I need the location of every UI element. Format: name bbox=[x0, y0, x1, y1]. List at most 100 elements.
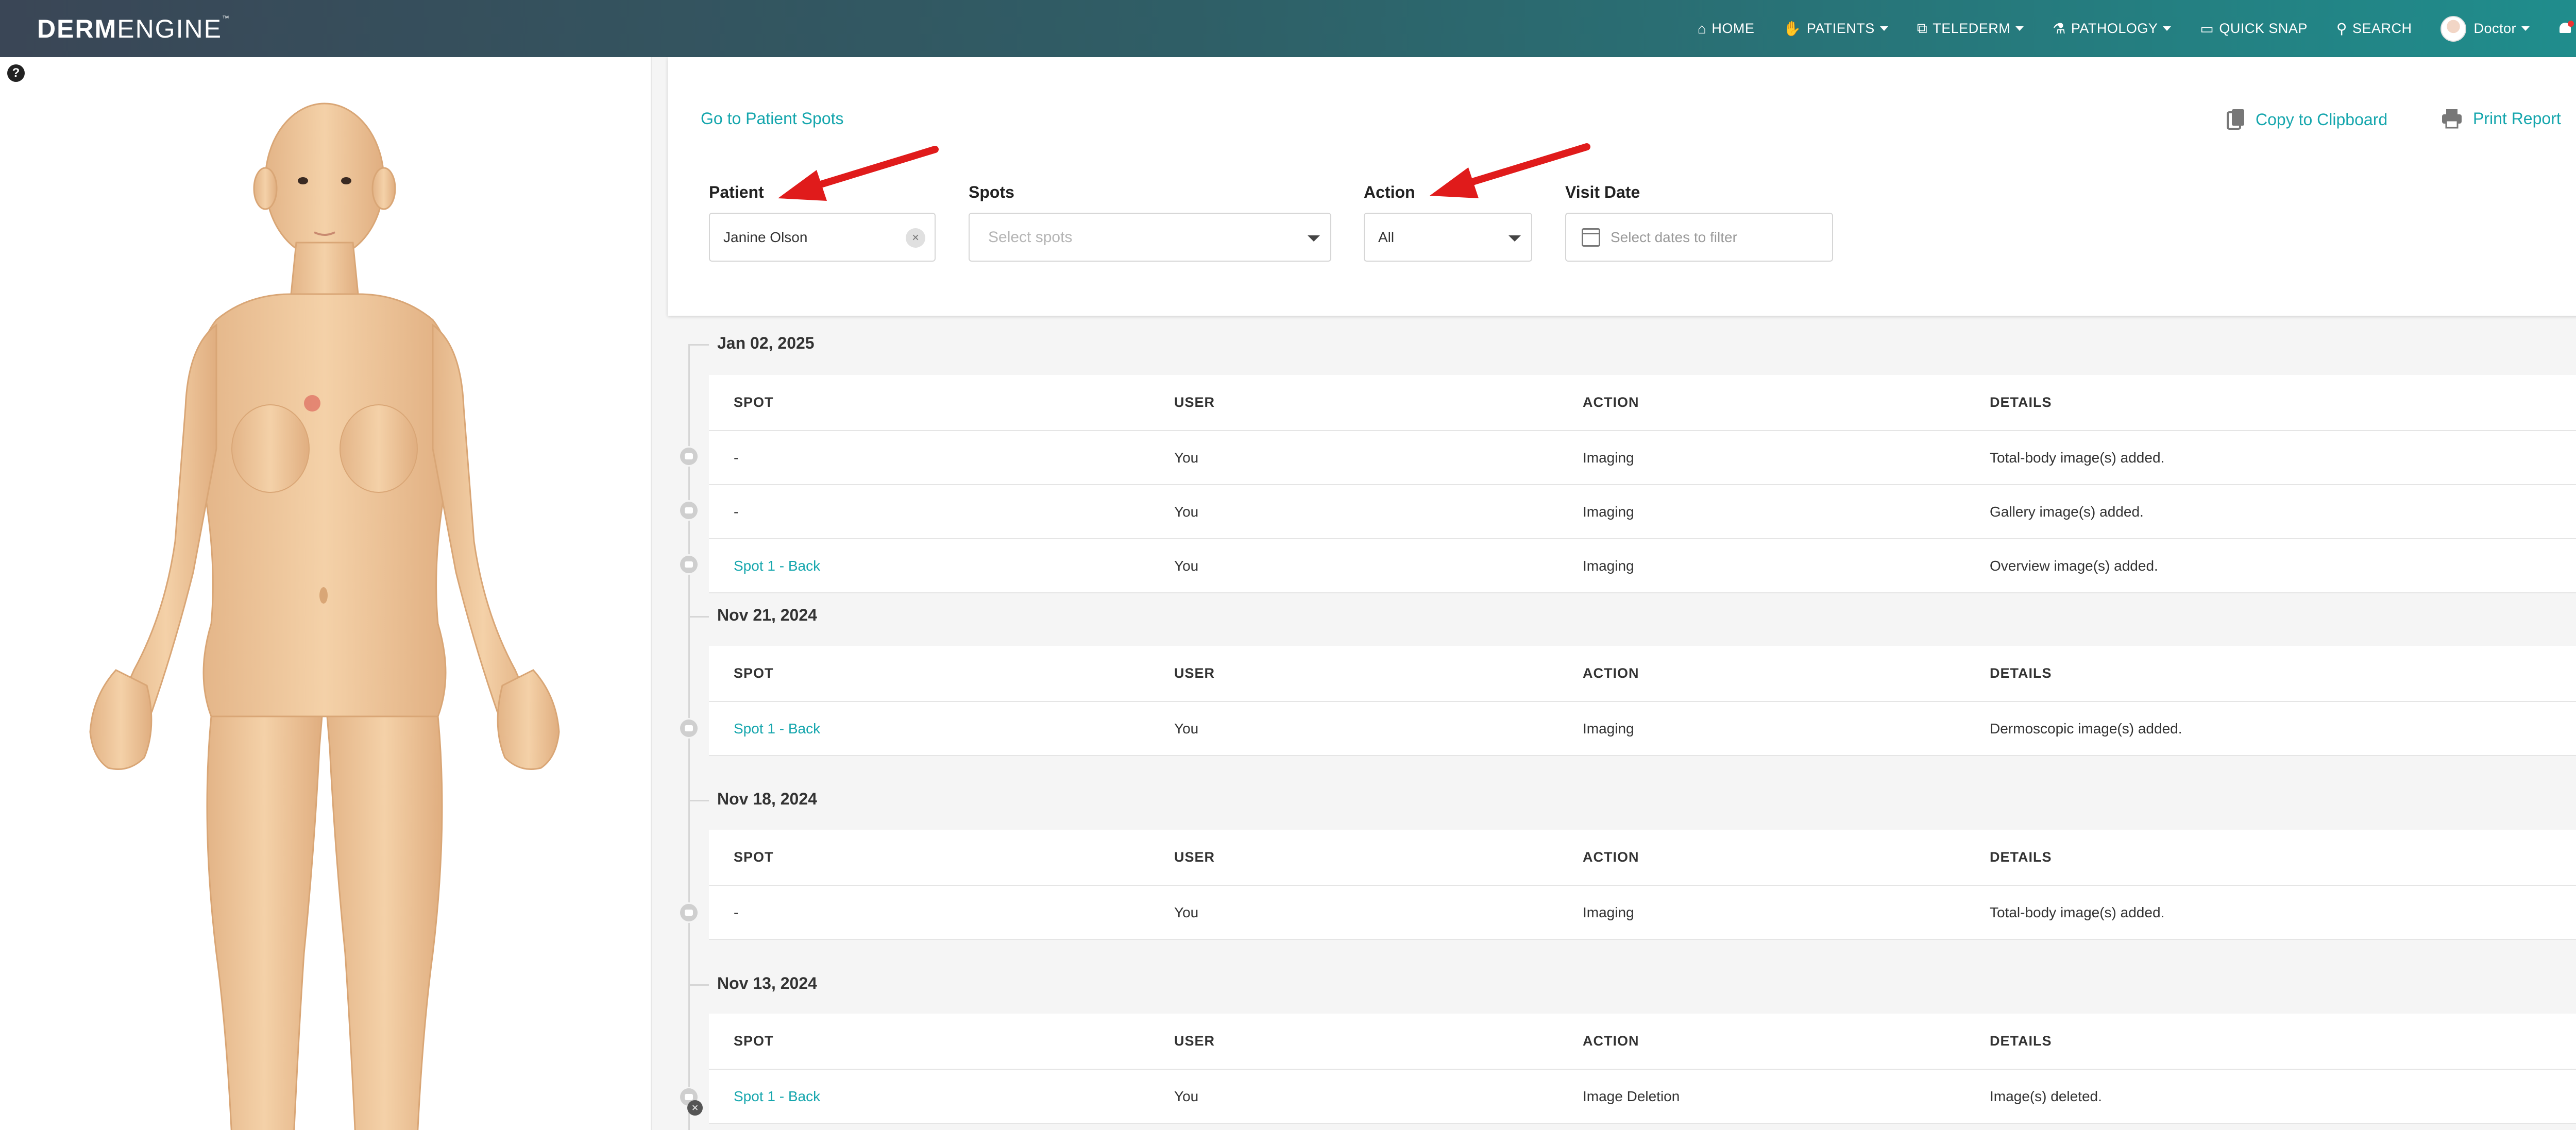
col-spot: SPOT bbox=[734, 849, 774, 865]
visit-date-picker[interactable]: Select dates to filter bbox=[1565, 213, 1833, 262]
action-select[interactable]: All bbox=[1364, 213, 1532, 262]
nav-user-menu[interactable]: Doctor bbox=[2441, 15, 2530, 42]
camera-icon bbox=[679, 554, 699, 575]
copy-to-clipboard-button[interactable]: Copy to Clipboard bbox=[2227, 108, 2387, 131]
cell-user: You bbox=[1174, 720, 1199, 737]
copy-to-clipboard-label: Copy to Clipboard bbox=[2256, 110, 2388, 129]
col-action: ACTION bbox=[1583, 849, 1639, 865]
home-icon: ⌂ bbox=[1697, 20, 1707, 37]
chevron-down-icon bbox=[2163, 26, 2172, 31]
table-row: Spot 1 - Back You Imaging Overview image… bbox=[709, 539, 2576, 593]
pathology-icon: ⚗ bbox=[2053, 21, 2066, 37]
table-header: SPOT USER ACTION DETAILS bbox=[709, 1014, 2576, 1070]
go-to-patient-spots-link[interactable]: Go to Patient Spots bbox=[701, 109, 844, 128]
spot-link[interactable]: Spot 1 - Back bbox=[734, 558, 820, 574]
timeline-connector bbox=[688, 800, 709, 801]
history-table: SPOT USER ACTION DETAILS Spot 1 - Back Y… bbox=[709, 1014, 2576, 1124]
patient-select[interactable]: Janine Olson × bbox=[709, 213, 936, 262]
cell-action: Imaging bbox=[1583, 503, 1634, 520]
nav-patients[interactable]: ✋ PATIENTS bbox=[1783, 20, 1888, 37]
col-details: DETAILS bbox=[1990, 665, 2052, 681]
bell-icon bbox=[2558, 20, 2574, 36]
nav-home[interactable]: ⌂ HOME bbox=[1698, 21, 1754, 37]
history-table: SPOT USER ACTION DETAILS Spot 1 - Back Y… bbox=[709, 646, 2576, 756]
table-row: - You Imaging Total-body image(s) added. bbox=[709, 431, 2576, 485]
col-action: ACTION bbox=[1583, 1033, 1639, 1049]
cell-action: Imaging bbox=[1583, 720, 1634, 737]
table-header: SPOT USER ACTION DETAILS bbox=[709, 830, 2576, 886]
col-user: USER bbox=[1174, 849, 1215, 865]
nav-quick-snap[interactable]: ▭ QUICK SNAP bbox=[2200, 20, 2308, 37]
cell-details: Image(s) deleted. bbox=[1990, 1088, 2102, 1104]
notifications-button[interactable] bbox=[2558, 20, 2574, 36]
delete-icon: × bbox=[687, 1100, 703, 1116]
cell-user: You bbox=[1174, 904, 1199, 920]
avatar bbox=[2441, 15, 2467, 42]
chevron-down-icon bbox=[2521, 26, 2530, 31]
spots-select[interactable]: Select spots bbox=[969, 213, 1331, 262]
annotation-arrow-action bbox=[1430, 143, 1590, 198]
camera-icon bbox=[679, 500, 699, 521]
cell-action: Imaging bbox=[1583, 557, 1634, 574]
col-user: USER bbox=[1174, 395, 1215, 410]
cell-action: Imaging bbox=[1583, 904, 1634, 920]
col-details: DETAILS bbox=[1990, 1033, 2052, 1049]
timeline-connector bbox=[688, 984, 709, 986]
patient-filter-label: Patient bbox=[709, 183, 764, 201]
calendar-icon bbox=[1582, 228, 1600, 247]
timeline-connector bbox=[688, 344, 709, 346]
col-spot: SPOT bbox=[734, 1033, 774, 1049]
nav-links: ⌂ HOME ✋ PATIENTS ⧉ TELEDERM ⚗ PATHOLOGY ▭ QU… bbox=[1669, 15, 2576, 42]
table-header: SPOT USER ACTION DETAILS bbox=[709, 375, 2576, 431]
print-report-label: Print Report bbox=[2473, 109, 2561, 128]
cell-details: Total-body image(s) added. bbox=[1990, 449, 2165, 466]
history-table: SPOT USER ACTION DETAILS - You Imaging T… bbox=[709, 830, 2576, 940]
annotation-arrow-patient bbox=[778, 146, 939, 201]
cell-spot: - bbox=[734, 904, 739, 920]
col-action: ACTION bbox=[1583, 395, 1639, 410]
date-heading: Nov 13, 2024 bbox=[717, 974, 817, 992]
body-map-panel: ? bbox=[0, 57, 652, 1130]
camera-icon bbox=[679, 718, 699, 739]
cell-action: Imaging bbox=[1583, 449, 1634, 466]
quick-snap-icon: ▭ bbox=[2200, 21, 2214, 37]
table-row: Spot 1 - Back You Imaging Dermoscopic im… bbox=[709, 702, 2576, 756]
spot-link[interactable]: Spot 1 - Back bbox=[734, 721, 820, 737]
chevron-down-icon bbox=[1879, 26, 1888, 31]
cell-details: Total-body image(s) added. bbox=[1990, 904, 2165, 920]
body-model-3d[interactable] bbox=[62, 78, 577, 1130]
telederm-icon: ⧉ bbox=[1917, 20, 1928, 36]
print-report-button[interactable]: Print Report bbox=[2441, 108, 2561, 129]
dermengine-logo[interactable]: DERMENGINE™ bbox=[37, 14, 230, 44]
chevron-down-icon bbox=[1509, 235, 1521, 242]
date-heading: Jan 02, 2025 bbox=[717, 334, 815, 352]
spot-link[interactable]: Spot 1 - Back bbox=[734, 1088, 820, 1105]
clipboard-icon bbox=[2227, 109, 2244, 130]
camera-icon bbox=[679, 446, 699, 467]
date-heading: Nov 18, 2024 bbox=[717, 790, 817, 808]
col-user: USER bbox=[1174, 1033, 1215, 1049]
col-details: DETAILS bbox=[1990, 395, 2052, 410]
patients-icon: ✋ bbox=[1783, 21, 1802, 37]
action-select-value: All bbox=[1378, 229, 1395, 245]
action-filter-label: Action bbox=[1364, 183, 1415, 201]
cell-spot: - bbox=[734, 449, 739, 466]
cell-details: Overview image(s) added. bbox=[1990, 557, 2158, 574]
search-icon: ⚲ bbox=[2336, 21, 2347, 37]
nav-search[interactable]: ⚲ SEARCH bbox=[2336, 20, 2412, 37]
table-row: - You Imaging Total-body image(s) added. bbox=[709, 886, 2576, 940]
table-header: SPOT USER ACTION DETAILS bbox=[709, 646, 2576, 702]
col-spot: SPOT bbox=[734, 395, 774, 410]
col-action: ACTION bbox=[1583, 665, 1639, 681]
nav-pathology[interactable]: ⚗ PATHOLOGY bbox=[2053, 20, 2172, 37]
date-heading: Nov 21, 2024 bbox=[717, 606, 817, 624]
nav-telederm[interactable]: ⧉ TELEDERM bbox=[1917, 20, 2024, 37]
spots-select-placeholder: Select spots bbox=[988, 228, 1073, 246]
clear-patient-icon[interactable]: × bbox=[906, 228, 925, 248]
body-map-help-icon[interactable]: ? bbox=[7, 64, 25, 82]
chevron-down-icon bbox=[2015, 26, 2024, 31]
cell-user: You bbox=[1174, 503, 1199, 520]
cell-details: Gallery image(s) added. bbox=[1990, 503, 2144, 520]
marked-spot[interactable] bbox=[304, 395, 320, 412]
table-row: - You Imaging Gallery image(s) added. bbox=[709, 485, 2576, 539]
